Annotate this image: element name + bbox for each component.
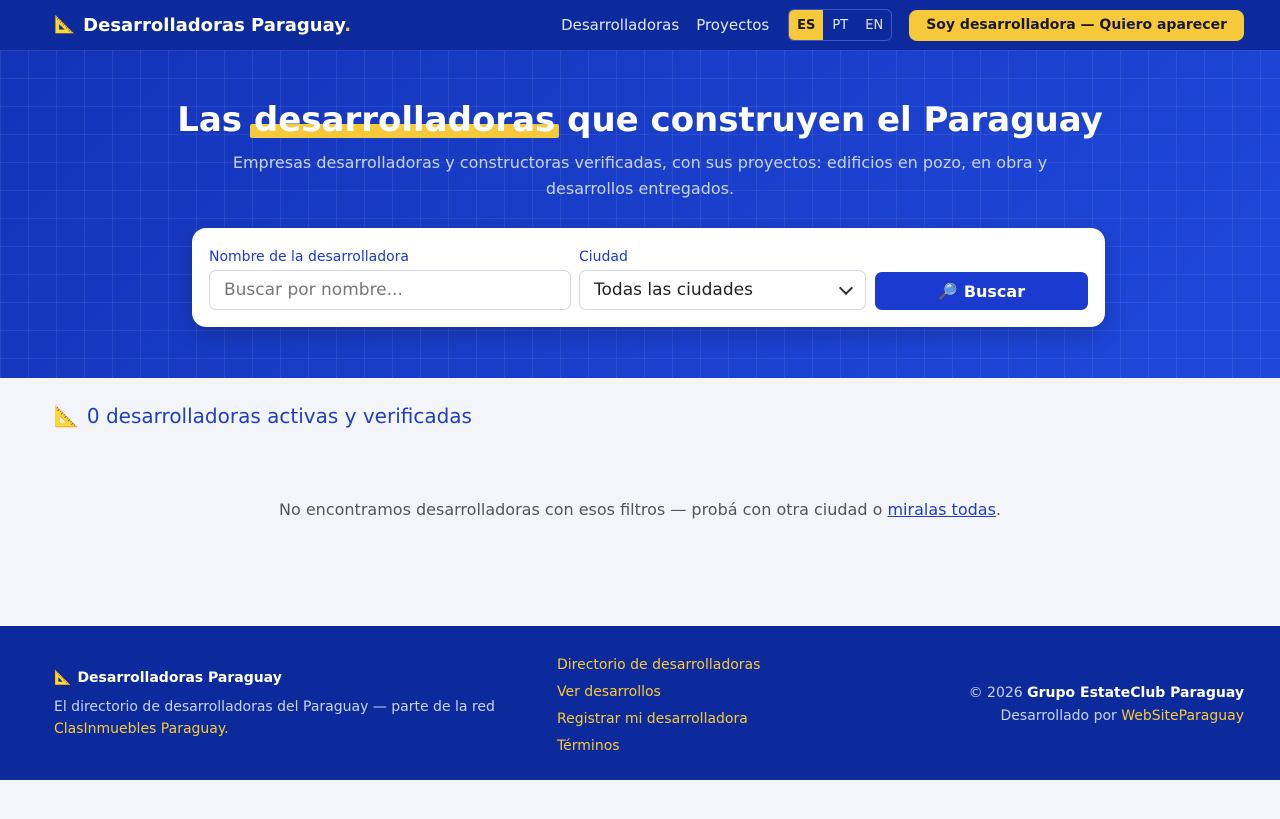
- hero-title-pre: Las: [177, 100, 243, 140]
- footer-network-link[interactable]: ClasInmuebles Paraguay.: [54, 721, 229, 737]
- set-square-icon: 📐: [54, 15, 76, 35]
- footer: 📐 Desarrolladoras Paraguay El directorio…: [0, 626, 1280, 780]
- city-field-label: Ciudad: [579, 249, 628, 265]
- set-square-icon: 📐: [54, 404, 79, 428]
- see-all-link[interactable]: miralas todas: [887, 500, 995, 519]
- hero-title-highlight: desarrolladoras: [249, 100, 560, 140]
- results-count-text: 0 desarrolladoras activas y verificadas: [86, 404, 472, 428]
- nav-link-proyectos[interactable]: Proyectos: [696, 16, 769, 34]
- set-square-icon: 📐: [54, 670, 72, 686]
- footer-links: Directorio de desarrolladoras Ver desarr…: [557, 652, 760, 760]
- hero-subtitle: Empresas desarrolladoras y constructoras…: [232, 153, 1048, 198]
- top-nav: 📐 Desarrolladoras Paraguay. Desarrollado…: [0, 0, 1280, 50]
- footer-description: El directorio de desarrolladoras del Par…: [54, 699, 495, 737]
- footer-org-name: Grupo EstateClub Paraguay: [1027, 685, 1244, 701]
- chevron-down-icon: [838, 280, 854, 295]
- lang-pt[interactable]: PT: [823, 10, 857, 40]
- footer-link-developments[interactable]: Ver desarrollos: [557, 679, 760, 706]
- brand-name: Desarrolladoras Paraguay.: [83, 14, 352, 36]
- empty-state-end: .: [995, 500, 1001, 519]
- footer-copyright: © 2026 Grupo EstateClub Paraguay Desarro…: [968, 685, 1244, 724]
- hero-section: Las desarrolladoras que construyen el Pa…: [0, 50, 1280, 378]
- name-field-label: Nombre de la desarrolladora: [209, 249, 409, 265]
- name-search-input[interactable]: Buscar por nombre...: [209, 270, 571, 310]
- nav-links: Desarrolladoras Proyectos ES PT EN Soy d…: [561, 9, 1244, 41]
- search-button[interactable]: 🔎 Buscar: [875, 272, 1088, 310]
- lang-es[interactable]: ES: [789, 10, 824, 40]
- results-title: 📐 0 desarrolladoras activas y verificada…: [54, 404, 472, 428]
- language-switcher: ES PT EN: [788, 9, 893, 41]
- footer-link-terms[interactable]: Términos: [557, 733, 760, 760]
- nav-link-desarrolladoras[interactable]: Desarrolladoras: [561, 16, 679, 34]
- search-card: Nombre de la desarrolladora Buscar por n…: [192, 228, 1105, 327]
- footer-brand: 📐 Desarrolladoras Paraguay: [54, 670, 282, 686]
- search-button-label: Buscar: [963, 281, 1026, 301]
- register-cta-button[interactable]: Soy desarrolladora — Quiero aparecer: [909, 9, 1244, 41]
- brand-logo[interactable]: 📐 Desarrolladoras Paraguay.: [54, 15, 351, 36]
- city-select-value: Todas las ciudades: [594, 280, 753, 300]
- empty-state-text: No encontramos desarrolladoras con esos …: [278, 500, 883, 519]
- empty-state: No encontramos desarrolladoras con esos …: [0, 500, 1280, 519]
- footer-dev-link[interactable]: WebSiteParaguay: [1121, 708, 1244, 724]
- footer-link-register[interactable]: Registrar mi desarrolladora: [557, 706, 760, 733]
- magnifier-icon: 🔎: [937, 281, 958, 301]
- hero-title: Las desarrolladoras que construyen el Pa…: [0, 100, 1280, 140]
- hero-title-post: que construyen el Paraguay: [567, 100, 1103, 140]
- footer-brand-name: Desarrolladoras Paraguay: [77, 670, 282, 686]
- footer-link-directory[interactable]: Directorio de desarrolladoras: [557, 652, 760, 679]
- city-select[interactable]: Todas las ciudades: [579, 270, 866, 310]
- lang-en[interactable]: EN: [857, 10, 891, 40]
